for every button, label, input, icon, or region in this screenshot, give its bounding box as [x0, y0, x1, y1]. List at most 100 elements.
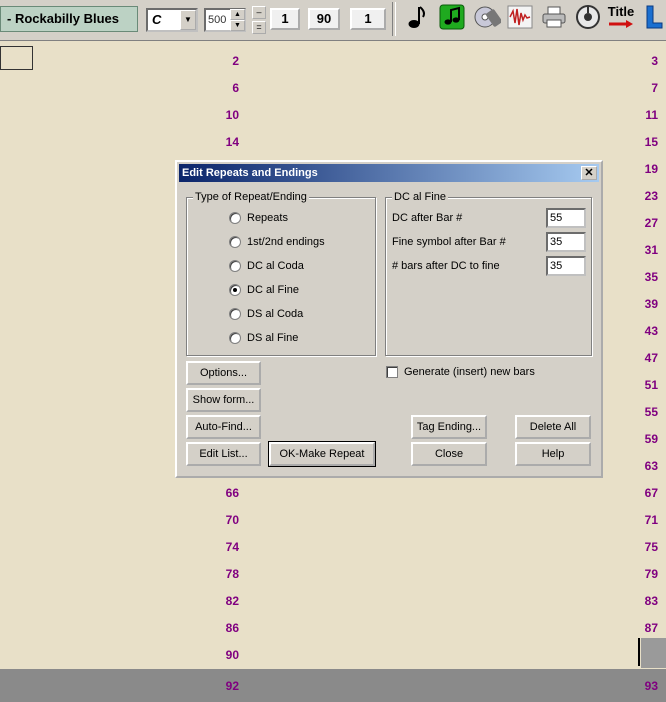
plus-minus-buttons[interactable]: – =: [252, 6, 266, 34]
bar-number-right: 23: [644, 189, 658, 203]
cd-icon[interactable]: [472, 2, 502, 32]
radio-repeats[interactable]: Repeats: [229, 210, 288, 226]
equals-icon[interactable]: =: [252, 21, 266, 34]
bar-number-left: 78: [225, 567, 239, 581]
title-icon-label: Title: [607, 4, 635, 19]
song-title[interactable]: - Rockabilly Blues: [0, 6, 138, 32]
radio-circle-icon[interactable]: [229, 260, 241, 272]
bar-number-left: 86: [225, 621, 239, 635]
bar-number-right: 79: [644, 567, 658, 581]
bar-number-left: 92: [225, 679, 239, 693]
spin-down-icon[interactable]: ▼: [230, 20, 245, 31]
bottom-gray-strip: [0, 669, 666, 702]
toolbar-separator: [392, 2, 396, 36]
spin-up-icon[interactable]: ▲: [230, 9, 245, 20]
bar-number-right: 43: [644, 324, 658, 338]
tempo-spinner[interactable]: ▲ ▼: [230, 9, 245, 31]
type-group: Type of Repeat/Ending Repeats 1st/2nd en…: [186, 191, 376, 356]
radio-dc-al-coda[interactable]: DC al Coda: [229, 258, 304, 274]
bar-number-left: 2: [232, 54, 239, 68]
help-button[interactable]: Help: [515, 442, 591, 466]
bar-number-right: 27: [644, 216, 658, 230]
field-label: Fine symbol after Bar #: [392, 236, 506, 248]
green-note-icon[interactable]: [437, 2, 467, 32]
disc-drum-icon[interactable]: [573, 2, 603, 32]
bar-number-left: 90: [225, 648, 239, 662]
bar-number-right: 67: [644, 486, 658, 500]
bar-number-right: 51: [644, 378, 658, 392]
dc-group-label: DC al Fine: [392, 191, 448, 203]
radio-label: DC al Coda: [247, 260, 304, 272]
bar-number-left: 66: [225, 486, 239, 500]
radio-circle-selected-icon[interactable]: [229, 284, 241, 296]
key-value: C: [152, 12, 162, 27]
bar-number-right: 93: [644, 679, 658, 693]
radio-circle-icon[interactable]: [229, 308, 241, 320]
radio-circle-icon[interactable]: [229, 332, 241, 344]
toolbar: - Rockabilly Blues C ▼ 500 ▲ ▼ – = 1 90 …: [0, 0, 666, 41]
scroll-marker: [638, 638, 640, 666]
bar-number-right: 39: [644, 297, 658, 311]
bar-number-right: 75: [644, 540, 658, 554]
radio-ds-al-coda[interactable]: DS al Coda: [229, 306, 303, 322]
note-icon[interactable]: [402, 2, 432, 32]
close-icon[interactable]: ✕: [581, 166, 597, 180]
radio-label: DS al Fine: [247, 332, 299, 344]
delete-all-button[interactable]: Delete All: [515, 415, 591, 439]
options-button[interactable]: Options...: [186, 361, 261, 385]
bar-number-right: 19: [644, 162, 658, 176]
bar-number-right: 11: [645, 108, 658, 122]
bar-number-right: 3: [651, 54, 658, 68]
generate-new-bars-checkbox[interactable]: Generate (insert) new bars: [386, 366, 535, 378]
bar-number-right: 35: [644, 270, 658, 284]
bar-number-left: 82: [225, 594, 239, 608]
bar-number-right: 59: [644, 432, 658, 446]
dialog-title: Edit Repeats and Endings: [182, 167, 318, 179]
dc-after-bar-input[interactable]: 55: [546, 208, 586, 228]
num-box-3[interactable]: 1: [350, 8, 386, 30]
printer-icon[interactable]: [539, 2, 569, 32]
radio-dc-al-fine[interactable]: DC al Fine: [229, 282, 299, 298]
bar-number-left: 70: [225, 513, 239, 527]
bar-number-right: 63: [644, 459, 658, 473]
tag-ending-button[interactable]: Tag Ending...: [411, 415, 487, 439]
checkbox-icon[interactable]: [386, 366, 398, 378]
radio-label: DC al Fine: [247, 284, 299, 296]
auto-find-button[interactable]: Auto-Find...: [186, 415, 261, 439]
bar-number-left: 10: [225, 108, 239, 122]
radio-label: Repeats: [247, 212, 288, 224]
radio-circle-icon[interactable]: [229, 236, 241, 248]
ok-make-repeat-button[interactable]: OK-Make Repeat: [268, 441, 376, 467]
close-button[interactable]: Close: [411, 442, 487, 466]
L-icon[interactable]: [642, 2, 666, 32]
bar-number-right: 87: [644, 621, 658, 635]
radio-1st-2nd-endings[interactable]: 1st/2nd endings: [229, 234, 325, 250]
scroll-area[interactable]: [641, 638, 666, 668]
bar-number-left: 14: [225, 135, 239, 149]
key-select[interactable]: C ▼: [146, 8, 198, 32]
show-form-button[interactable]: Show form...: [186, 388, 261, 412]
bars-after-dc-input[interactable]: 35: [546, 256, 586, 276]
num-box-2[interactable]: 90: [308, 8, 340, 30]
dc-al-fine-group: DC al Fine DC after Bar # 55 Fine symbol…: [385, 191, 592, 356]
bar-number-right: 31: [644, 243, 658, 257]
selected-cell[interactable]: [0, 46, 33, 70]
type-group-label: Type of Repeat/Ending: [193, 191, 309, 203]
chevron-down-icon[interactable]: ▼: [180, 10, 196, 30]
radio-label: DS al Coda: [247, 308, 304, 320]
field-label: # bars after DC to fine: [392, 260, 500, 272]
audio-wave-icon[interactable]: [505, 2, 535, 32]
minus-icon[interactable]: –: [252, 6, 266, 19]
checkbox-label: Generate (insert) new bars: [404, 366, 535, 378]
radio-circle-icon[interactable]: [229, 212, 241, 224]
fine-symbol-bar-input[interactable]: 35: [546, 232, 586, 252]
dialog-titlebar[interactable]: Edit Repeats and Endings ✕: [179, 164, 599, 182]
radio-ds-al-fine[interactable]: DS al Fine: [229, 330, 298, 346]
edit-repeats-dialog: Edit Repeats and Endings ✕ Type of Repea…: [175, 160, 603, 478]
bar-number-right: 83: [644, 594, 658, 608]
bar-number-right: 47: [644, 351, 658, 365]
num-box-1[interactable]: 1: [270, 8, 300, 30]
edit-list-button[interactable]: Edit List...: [186, 442, 261, 466]
title-icon[interactable]: Title: [606, 2, 636, 32]
bar-number-right: 15: [644, 135, 658, 149]
